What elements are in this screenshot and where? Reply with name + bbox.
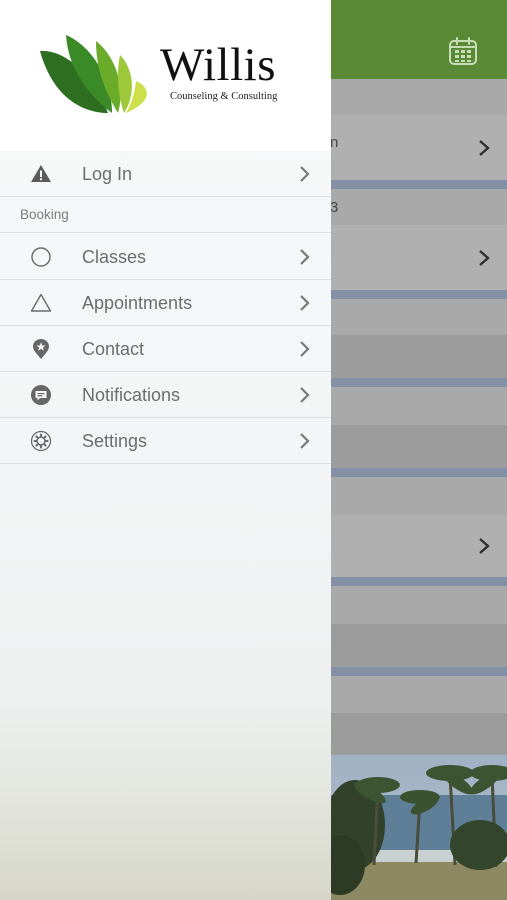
chevron-right-icon: [300, 249, 310, 265]
chevron-right-icon: [300, 166, 310, 182]
row-text-fragment: n: [330, 134, 339, 151]
menu-item-label: Notifications: [82, 385, 181, 405]
calendar-icon: [449, 37, 477, 65]
menu-item-label: Settings: [82, 431, 148, 451]
row-text-fragment: 3: [330, 199, 339, 216]
section-header-booking: Booking: [0, 196, 331, 233]
chevron-right-icon: [300, 387, 310, 403]
menu-item-label: Appointments: [82, 293, 193, 313]
menu-item-label: Classes: [82, 247, 147, 267]
menu-item-notifications[interactable]: Notifications: [0, 372, 331, 418]
chevron-right-icon: [479, 250, 490, 266]
menu-item-settings[interactable]: Settings: [0, 418, 331, 464]
circle-icon: [31, 247, 51, 267]
leaf-logo-icon: [40, 35, 147, 113]
gear-icon: [30, 430, 52, 452]
chat-bubble-icon: [31, 385, 51, 405]
section-label: Booking: [20, 207, 69, 222]
menu-item-contact[interactable]: Contact: [0, 326, 331, 372]
calendar-button[interactable]: [448, 36, 478, 66]
chevron-right-icon: [300, 433, 310, 449]
menu-item-label: Log In: [82, 164, 133, 184]
chevron-right-icon: [479, 140, 490, 156]
chevron-right-icon: [479, 538, 490, 554]
warning-icon: [31, 165, 51, 182]
location-pin-star-icon: [33, 339, 49, 359]
chevron-right-icon: [300, 341, 310, 357]
chevron-right-icon: [300, 295, 310, 311]
menu-item-appointments[interactable]: Appointments: [0, 280, 331, 326]
brand-name: Willis: [160, 39, 277, 91]
brand-tagline: Counseling & Consulting: [170, 91, 278, 102]
menu-item-label: Contact: [82, 339, 145, 359]
brand-logo: Willis Counseling & Consulting: [0, 0, 331, 151]
triangle-icon: [30, 293, 52, 312]
menu-item-log-in[interactable]: Log In: [0, 151, 331, 197]
menu-item-classes[interactable]: Classes: [0, 234, 331, 280]
side-drawer: Willis Counseling & Consulting Log In Bo…: [0, 0, 331, 900]
